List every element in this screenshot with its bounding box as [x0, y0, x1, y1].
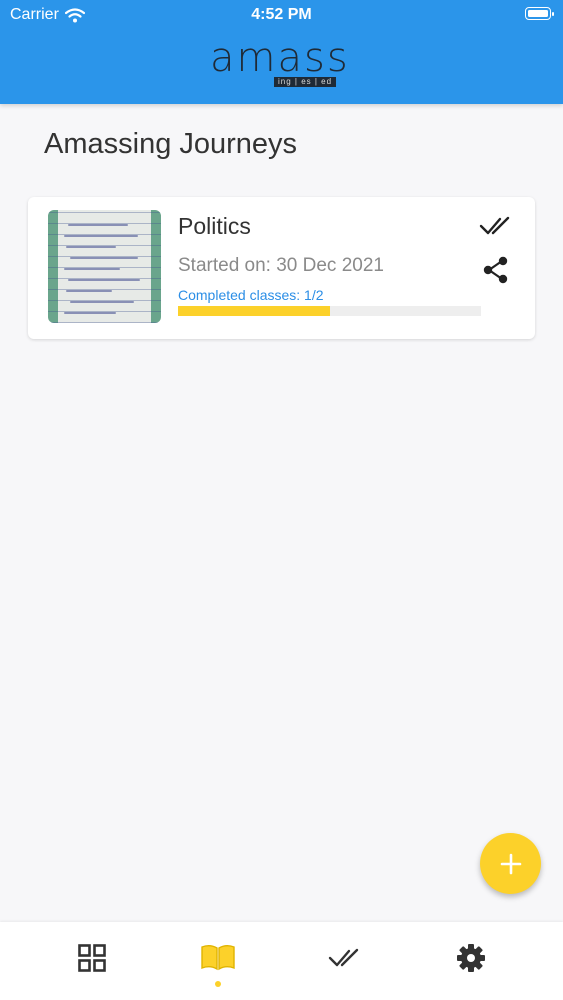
nav-completed[interactable] [325, 938, 365, 978]
journey-progress-bar [178, 306, 481, 316]
app-logo: amass ing | es | ed [210, 38, 355, 90]
journey-start-date: Started on: 30 Dec 2021 [178, 255, 384, 276]
battery-icon [525, 7, 554, 20]
journey-progress-label: Completed classes: 1/2 [178, 287, 324, 303]
active-tab-indicator [215, 981, 221, 987]
app-header: Carrier 4:52 PM amass ing | es | ed [0, 0, 563, 104]
mark-complete-icon[interactable] [478, 215, 514, 237]
bottom-nav [0, 922, 563, 1000]
journey-progress-fill [178, 306, 330, 316]
nav-dashboard[interactable] [72, 938, 112, 978]
status-time: 4:52 PM [251, 6, 312, 23]
grid-icon [78, 944, 106, 972]
double-check-icon [328, 948, 359, 967]
add-journey-button[interactable] [480, 833, 541, 894]
logo-wordmark: amass [210, 35, 350, 81]
journey-thumbnail [48, 210, 161, 323]
nav-settings[interactable] [451, 938, 491, 978]
plus-icon [500, 853, 521, 874]
journey-title: Politics [178, 213, 251, 239]
book-icon [201, 945, 235, 971]
journey-card[interactable]: Politics Started on: 30 Dec 2021 Complet… [28, 197, 535, 339]
gear-icon [457, 944, 485, 972]
logo-tagline: ing | es | ed [274, 77, 337, 87]
status-bar: Carrier 4:52 PM [0, 0, 563, 30]
share-icon[interactable] [481, 255, 511, 285]
nav-journeys[interactable] [198, 938, 238, 978]
page-title: Amassing Journeys [44, 128, 298, 160]
